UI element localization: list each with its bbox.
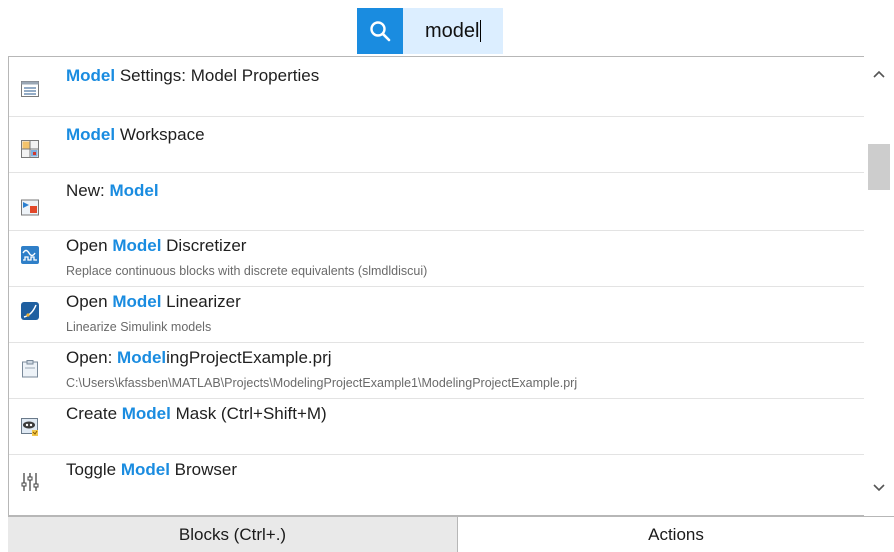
tab-blocks[interactable]: Blocks (Ctrl+.) bbox=[8, 516, 458, 552]
tab-actions-label: Actions bbox=[648, 524, 704, 544]
discretizer-icon bbox=[21, 246, 39, 264]
result-create-model-mask[interactable]: Create Model Mask (Ctrl+Shift+M) bbox=[9, 399, 865, 455]
result-toggle-model-browser[interactable]: Toggle Model Browser bbox=[9, 455, 865, 515]
result-model-settings[interactable]: Model Settings: Model Properties bbox=[9, 57, 865, 117]
result-open-model-discretizer[interactable]: Open Model Discretizer Replace continuou… bbox=[9, 231, 865, 287]
result-open-model-linearizer[interactable]: Open Model Linearizer Linearize Simulink… bbox=[9, 287, 865, 343]
text-caret bbox=[480, 20, 482, 42]
search-bar: model bbox=[357, 8, 503, 54]
result-open-project[interactable]: Open: ModelingProjectExample.prj C:\User… bbox=[9, 343, 865, 399]
result-title: Model Workspace bbox=[66, 125, 205, 144]
result-title: Model Settings: Model Properties bbox=[66, 66, 320, 85]
result-title: Create Model Mask (Ctrl+Shift+M) bbox=[66, 404, 327, 423]
result-title: Toggle Model Browser bbox=[66, 460, 238, 479]
result-new-model[interactable]: New: Model bbox=[9, 173, 865, 231]
mask-icon bbox=[21, 418, 38, 436]
settings-panel-icon bbox=[21, 81, 39, 97]
result-description: Replace continuous blocks with discrete … bbox=[66, 264, 428, 278]
result-description: Linearize Simulink models bbox=[66, 320, 212, 334]
chevron-down-icon[interactable] bbox=[873, 484, 885, 492]
scrollbar-thumb[interactable] bbox=[868, 144, 890, 190]
tab-actions[interactable]: Actions bbox=[458, 516, 894, 552]
vertical-scrollbar[interactable] bbox=[864, 56, 894, 516]
sliders-icon bbox=[21, 473, 39, 491]
project-file-icon bbox=[22, 360, 38, 378]
linearizer-icon bbox=[21, 302, 39, 320]
result-title: Open Model Discretizer bbox=[66, 236, 247, 255]
search-query: model bbox=[425, 19, 480, 42]
result-model-workspace[interactable]: Model Workspace bbox=[9, 117, 865, 173]
result-title: New: Model bbox=[66, 181, 159, 200]
tab-bar: Blocks (Ctrl+.) Actions bbox=[8, 516, 894, 552]
search-icon bbox=[370, 21, 391, 42]
tab-blocks-label: Blocks (Ctrl+.) bbox=[178, 524, 287, 544]
chevron-up-icon[interactable] bbox=[873, 70, 885, 78]
results-list: Model Settings: Model Properties Model W… bbox=[8, 56, 894, 516]
search-button[interactable] bbox=[357, 8, 403, 54]
search-input[interactable]: model bbox=[403, 8, 503, 54]
new-model-icon bbox=[21, 199, 39, 216]
result-description: C:\Users\kfassben\MATLAB\Projects\Modeli… bbox=[66, 376, 578, 390]
result-title: Open: ModelingProjectExample.prj bbox=[66, 348, 332, 367]
workspace-icon bbox=[21, 140, 39, 158]
result-title: Open Model Linearizer bbox=[66, 292, 241, 311]
